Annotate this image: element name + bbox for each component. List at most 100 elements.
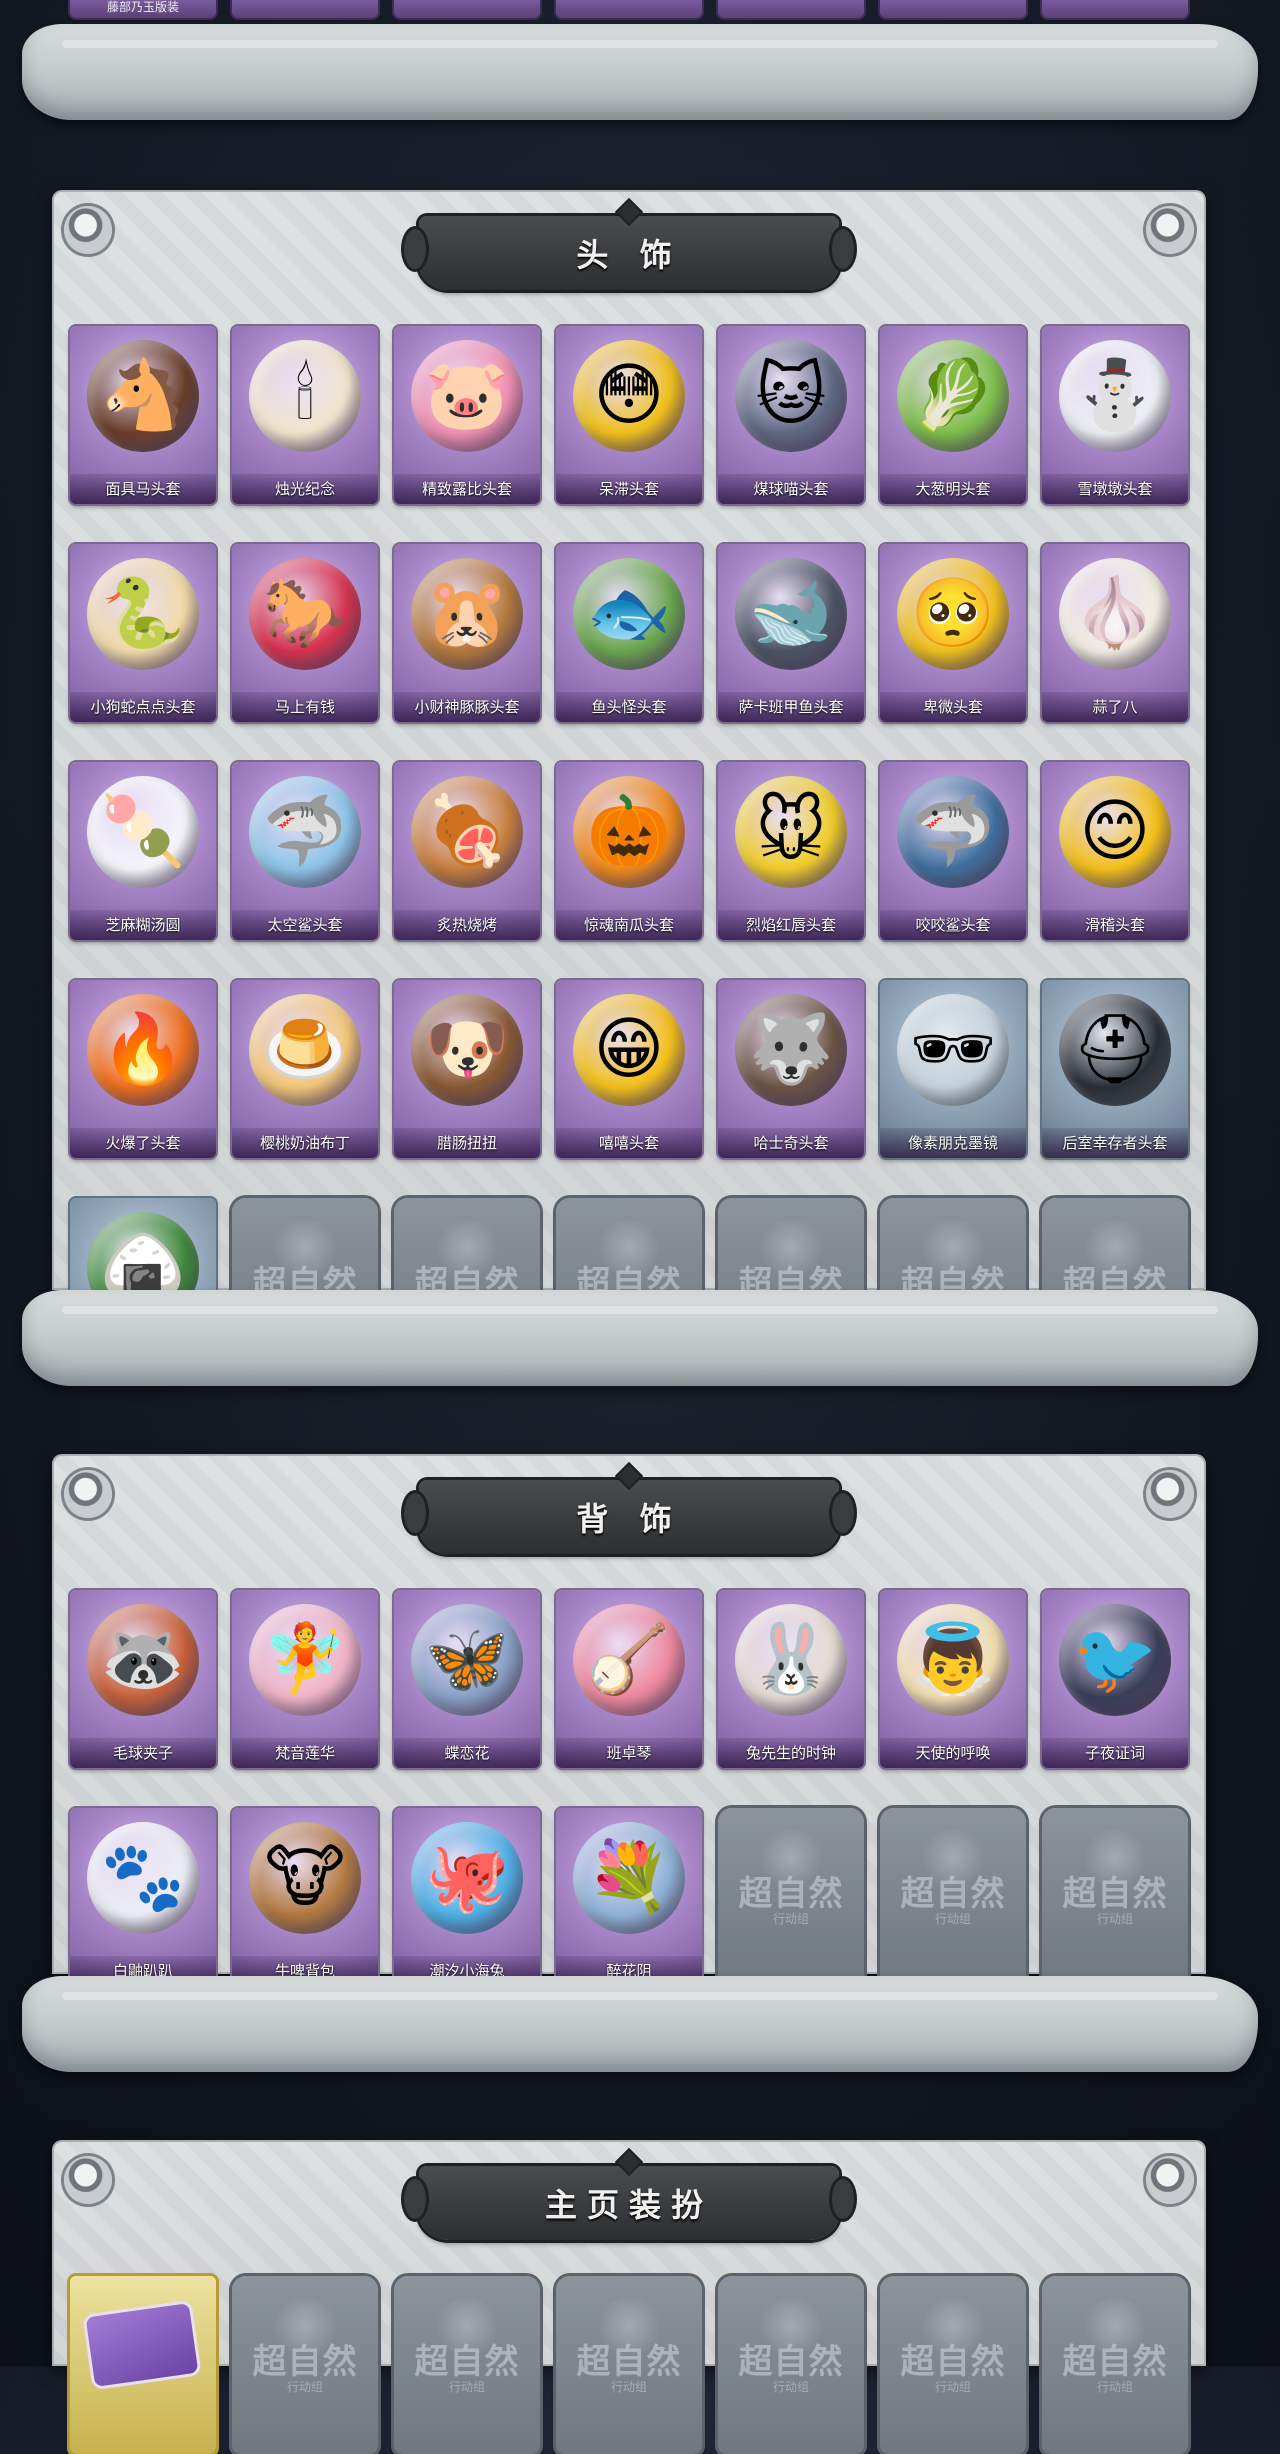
item-card[interactable]: 🕶 像素朋克墨镜 [880,980,1026,1158]
item-icon: 🐰 [735,1604,847,1716]
item-card[interactable]: 🥺 卑微头套 [880,544,1026,722]
previous-card-stub[interactable] [394,0,540,18]
item-card[interactable]: 🐙 潮汐小海兔 [394,1808,540,1986]
item-icon: 🐟 [573,558,685,670]
previous-card-stub[interactable] [232,0,378,18]
item-card[interactable]: 🍖 炙热烧烤 [394,762,540,940]
item-icon: 🧄 [1059,558,1171,670]
previous-card-stub[interactable] [718,0,864,18]
homepage-decor-card[interactable] [70,2276,216,2454]
item-card[interactable]: 🐦 子夜证词 [1042,1590,1188,1768]
empty-slot[interactable]: 超自然行动组 [394,2276,540,2454]
item-card[interactable]: 😳 呆滞头套 [556,326,702,504]
item-card[interactable]: 🦈 太空鲨头套 [232,762,378,940]
item-icon: 🪕 [573,1604,685,1716]
item-label: 小财神豚豚头套 [394,692,540,722]
item-card[interactable]: ⛑ 后室幸存者头套 [1042,980,1188,1158]
item-card[interactable]: 😊 滑稽头套 [1042,762,1188,940]
item-card[interactable]: 🐱 煤球喵头套 [718,326,864,504]
item-label: 子夜证词 [1042,1738,1188,1768]
item-card[interactable]: 👼 天使的呼唤 [880,1590,1026,1768]
empty-slot[interactable]: 超自然行动组 [232,2276,378,2454]
item-card[interactable]: 🐍 小狗蛇点点头套 [70,544,216,722]
item-card[interactable]: 🐷 精致露比头套 [394,326,540,504]
item-label: 萨卡班甲鱼头套 [718,692,864,722]
item-label: 卑微头套 [880,692,1026,722]
item-card[interactable]: 😁 嘻嘻头套 [556,980,702,1158]
item-label: 芝麻糊汤圆 [70,910,216,940]
item-icon: 🐶 [411,994,523,1106]
item-icon: 😁 [573,994,685,1106]
section-banner: 背 饰 [401,1461,857,1554]
item-card[interactable]: 🐮 牛啤背包 [232,1808,378,1986]
item-card[interactable]: 🐾 白鼬趴趴 [70,1808,216,1986]
empty-slot[interactable]: 超自然行动组 [718,2276,864,2454]
previous-card-stub[interactable]: 藤部乃玉版装 [70,0,216,18]
homepage-decor-panel: 主页装扮 超自然 行动组 超自然 行动组 超自然 行动组 超自然 行动组 超自然 行动组 超自然 行动… [52,2140,1206,2454]
section-title: 头 饰 [576,236,682,274]
item-label: 咬咬鲨头套 [880,910,1026,940]
item-icon: 🥺 [897,558,1009,670]
previous-card-stub[interactable] [880,0,1026,18]
item-label: 惊魂南瓜头套 [556,910,702,940]
item-icon: 🦈 [249,776,361,888]
watermark-logo: 超自然 [738,1874,844,1914]
item-label: 马上有钱 [232,692,378,722]
item-card[interactable]: 🥬 大葱明头套 [880,326,1026,504]
item-card[interactable]: 🐭 烈焰红唇头套 [718,762,864,940]
compass-ornament-icon [64,2156,112,2204]
item-card[interactable]: 🐺 哈士奇头套 [718,980,864,1158]
item-label: 哈士奇头套 [718,1128,864,1158]
empty-slot[interactable]: 超自然行动组 [1042,2276,1188,2454]
item-grid: 🦝 毛球夹子 🧚 梵音莲华 🦋 蝶恋花 🪕 班卓琴 🐰 兔先生的时钟 👼 天使的呼唤 🐦 子夜证词 🐾 白鼬趴… [70,1590,1188,1986]
empty-slot[interactable]: 超自然行动组 [880,2276,1026,2454]
item-icon: ⛄ [1059,340,1171,452]
item-card[interactable]: 🐰 兔先生的时钟 [718,1590,864,1768]
item-card[interactable]: 🧚 梵音莲华 [232,1590,378,1768]
empty-slot[interactable]: 超自然行动组 [718,1808,864,1986]
item-icon: 🍖 [411,776,523,888]
item-card[interactable]: 🐋 萨卡班甲鱼头套 [718,544,864,722]
item-icon: 🐺 [735,994,847,1106]
compass-ornament-icon [64,206,112,254]
item-icon: 🐮 [249,1822,361,1934]
empty-slot[interactable]: 超自然行动组 [880,1808,1026,1986]
item-card[interactable]: 🔥 火爆了头套 [70,980,216,1158]
compass-ornament-icon [64,1470,112,1518]
watermark-subtitle: 行动组 [934,1912,971,1926]
item-card[interactable]: 💐 醉花阴 [556,1808,702,1986]
empty-slot[interactable]: 超自然行动组 [1042,1808,1188,1986]
item-card[interactable]: 🐴 面具马头套 [70,326,216,504]
item-card[interactable]: 🪕 班卓琴 [556,1590,702,1768]
previous-card-stub[interactable] [1042,0,1188,18]
item-card[interactable]: 🦈 咬咬鲨头套 [880,762,1026,940]
banner-knot-icon [614,2147,644,2177]
item-icon: 🦋 [411,1604,523,1716]
item-card[interactable]: 🐟 鱼头怪头套 [556,544,702,722]
item-label: 煤球喵头套 [718,474,864,504]
item-label: 天使的呼唤 [880,1738,1026,1768]
item-card[interactable]: ⛄ 雪墩墩头套 [1042,326,1188,504]
item-icon: 🐎 [249,558,361,670]
section-title: 背 饰 [576,1500,682,1538]
item-label: 大葱明头套 [880,474,1026,504]
item-icon: 🎃 [573,776,685,888]
compass-ornament-icon [1146,1470,1194,1518]
item-card[interactable]: 🎃 惊魂南瓜头套 [556,762,702,940]
item-card[interactable]: 🧄 蒜了八 [1042,544,1188,722]
previous-card-stub[interactable] [556,0,702,18]
item-icon: 🐾 [87,1822,199,1934]
item-card[interactable]: 🐹 小财神豚豚头套 [394,544,540,722]
item-card[interactable]: 🦋 蝶恋花 [394,1590,540,1768]
compass-ornament-icon [1146,206,1194,254]
previous-card-label: 藤部乃玉版装 [106,0,179,14]
item-card[interactable]: 🐎 马上有钱 [232,544,378,722]
empty-slot[interactable]: 超自然行动组 [556,2276,702,2454]
item-card[interactable]: 🦝 毛球夹子 [70,1590,216,1768]
item-card[interactable]: 🍡 芝麻糊汤圆 [70,762,216,940]
item-card[interactable]: 🐶 腊肠扭扭 [394,980,540,1158]
item-card[interactable]: 🍮 樱桃奶油布丁 [232,980,378,1158]
item-label: 兔先生的时钟 [718,1738,864,1768]
item-card[interactable]: 🕯 烛光纪念 [232,326,378,504]
item-icon: 🐴 [87,340,199,452]
